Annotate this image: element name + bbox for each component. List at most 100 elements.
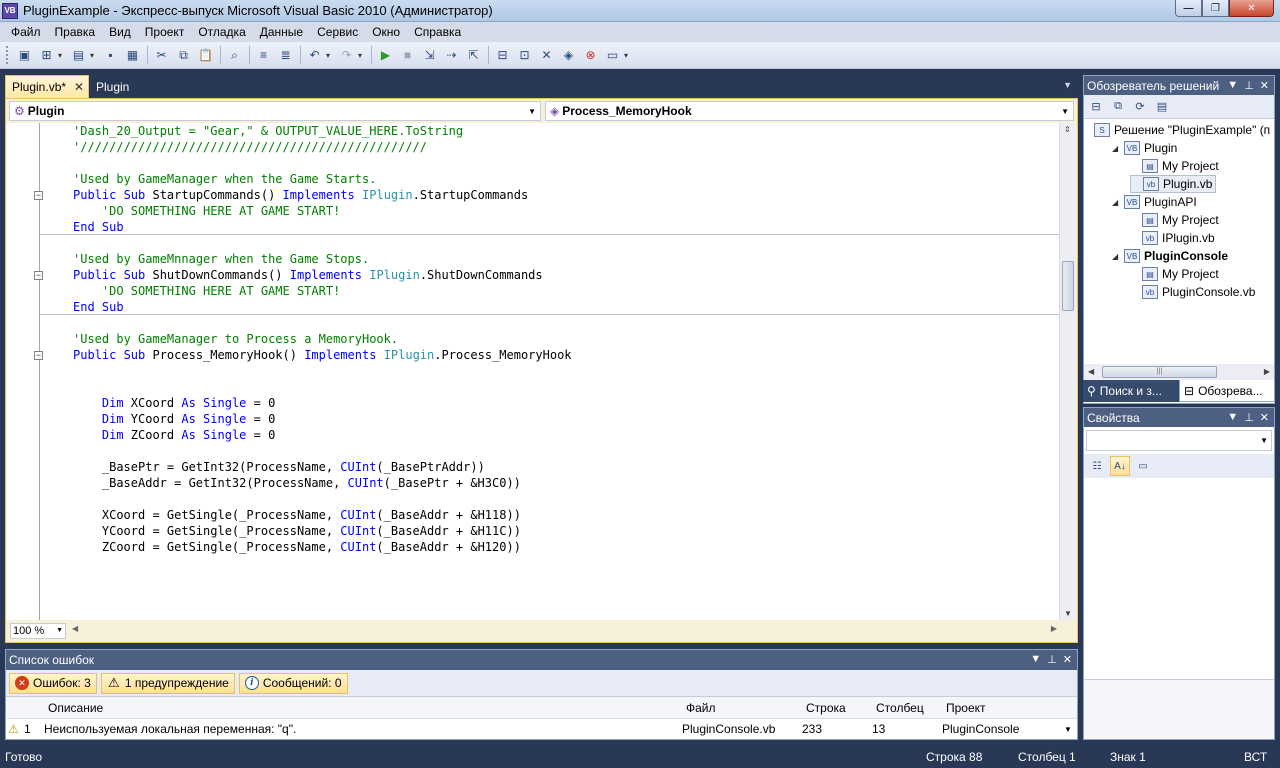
tab-solution-explorer[interactable]: ⊟ Обозрева... (1179, 380, 1275, 402)
menu-view[interactable]: Вид (102, 22, 138, 42)
scroll-right-icon[interactable]: ▶ (1051, 624, 1057, 633)
find-icon[interactable]: ⌕ (224, 45, 245, 66)
undo-dropdown-icon[interactable]: ▾ (326, 51, 334, 60)
scroll-thumb[interactable] (1062, 261, 1074, 311)
scroll-down-icon[interactable]: ▼ (1064, 725, 1072, 734)
close-icon[interactable]: ✕ (1063, 653, 1072, 666)
warnings-filter-button[interactable]: ⚠ 1 предупреждение (100, 672, 235, 694)
code-line[interactable]: _BaseAddr = GetInt32(ProcessName, CUInt(… (102, 475, 521, 491)
panel-menu-icon[interactable]: ▼ (1030, 653, 1041, 666)
properties-icon[interactable]: ⊟ (1087, 98, 1105, 116)
open-dropdown-icon[interactable]: ▾ (90, 51, 98, 60)
scroll-right-icon[interactable]: ▶ (1264, 367, 1270, 376)
refresh-icon[interactable]: ⟳ (1131, 98, 1149, 116)
code-line[interactable]: 'DO SOMETHING HERE AT GAME START! (102, 203, 340, 219)
redo-icon[interactable]: ↷ (336, 45, 357, 66)
save-icon[interactable]: ▪ (100, 45, 121, 66)
show-all-files-icon[interactable]: ⧉ (1109, 98, 1127, 116)
zoom-combo[interactable]: 100 % ▼ (10, 623, 66, 639)
uncomment-icon[interactable]: ≣ (275, 45, 296, 66)
class-combo[interactable]: ⚙ Plugin ▼ (9, 101, 541, 121)
tree-item[interactable]: S Решение "PluginExample" (п (1094, 121, 1270, 139)
menu-project[interactable]: Проект (138, 22, 192, 42)
pin-icon[interactable]: ⊥ (1047, 653, 1057, 666)
tree-item[interactable]: ▤ My Project (1130, 157, 1219, 175)
close-tab-icon[interactable]: ✕ (74, 80, 84, 94)
scroll-left-icon[interactable]: ◀ (1088, 367, 1094, 376)
tree-item[interactable]: vb IPlugin.vb (1130, 229, 1215, 247)
column-project[interactable]: Проект (946, 701, 986, 715)
column-description[interactable]: Описание (48, 701, 103, 715)
redo-dropdown-icon[interactable]: ▾ (358, 51, 366, 60)
errors-filter-button[interactable]: ✕ Ошибок: 3 (9, 672, 97, 694)
code-line[interactable]: 'Used by GameManager when the Game Start… (73, 171, 376, 187)
code-line[interactable]: End Sub (73, 219, 124, 235)
menu-tools[interactable]: Сервис (310, 22, 365, 42)
copy-icon[interactable]: ⧉ (173, 45, 194, 66)
tree-item[interactable]: ◢ VB Plugin (1112, 139, 1177, 157)
step-over-icon[interactable]: ⇢ (441, 45, 462, 66)
alphabetical-icon[interactable]: A↓ (1110, 456, 1130, 476)
code-line[interactable]: 'DO SOMETHING HERE AT GAME START! (102, 283, 340, 299)
expand-arrow-icon[interactable]: ◢ (1112, 252, 1124, 261)
new-project-icon[interactable]: ▣ (14, 45, 35, 66)
scroll-left-icon[interactable]: ◀ (72, 624, 78, 633)
categorized-icon[interactable]: ☷ (1087, 456, 1107, 476)
toolbar-grip[interactable] (6, 46, 10, 64)
menu-edit[interactable]: Правка (48, 22, 103, 42)
add-item-dropdown-icon[interactable]: ▾ (58, 51, 66, 60)
messages-filter-button[interactable]: i Сообщений: 0 (238, 672, 348, 694)
tree-item[interactable]: vb PluginConsole.vb (1130, 283, 1255, 301)
tree-item[interactable]: ▤ My Project (1130, 265, 1219, 283)
expand-arrow-icon[interactable]: ◢ (1112, 144, 1124, 153)
code-line[interactable]: 'Used by GameMnnager when the Game Stops… (73, 251, 369, 267)
menu-data[interactable]: Данные (253, 22, 310, 42)
vb-app-icon[interactable]: VB (2, 2, 18, 19)
undo-icon[interactable]: ↶ (304, 45, 325, 66)
code-line[interactable]: Dim ZCoord As Single = 0 (102, 427, 275, 443)
split-icon[interactable]: ⇕ (1064, 125, 1071, 134)
horizontal-scrollbar[interactable]: ◀ ||| ▶ (1084, 364, 1274, 381)
table-row[interactable]: ⚠ 1 Неиспользуемая локальная переменная:… (6, 719, 1077, 739)
menu-help[interactable]: Справка (407, 22, 468, 42)
code-line[interactable]: Dim XCoord As Single = 0 (102, 395, 275, 411)
toolbox-icon[interactable]: ✕ (536, 45, 557, 66)
cut-icon[interactable]: ✂ (151, 45, 172, 66)
object-browser-icon[interactable]: ◈ (558, 45, 579, 66)
minimize-button[interactable]: — (1175, 0, 1202, 17)
scroll-thumb[interactable]: ||| (1102, 366, 1217, 378)
code-line[interactable]: YCoord = GetSingle(_ProcessName, CUInt(_… (102, 523, 521, 539)
code-line[interactable]: 'Dash_20_Output = "Gear," & OUTPUT_VALUE… (73, 123, 463, 139)
panel-menu-icon[interactable]: ▼ (1227, 79, 1238, 92)
code-line[interactable]: End Sub (73, 299, 124, 315)
code-line[interactable]: XCoord = GetSingle(_ProcessName, CUInt(_… (102, 507, 521, 523)
menu-debug[interactable]: Отладка (191, 22, 252, 42)
horizontal-scrollbar[interactable]: ◀ ▶ (72, 623, 1057, 639)
properties-icon[interactable]: ⊡ (514, 45, 535, 66)
pin-icon[interactable]: ⊥ (1244, 79, 1254, 92)
save-all-icon[interactable]: ▦ (122, 45, 143, 66)
maximize-button[interactable]: ❐ (1202, 0, 1229, 17)
tab-plugin[interactable]: Plugin (90, 75, 135, 98)
add-item-icon[interactable]: ⊞ (36, 45, 57, 66)
tree-item[interactable]: vb Plugin.vb (1130, 175, 1217, 193)
code-line[interactable]: 'Used by GameManager to Process a Memory… (73, 331, 398, 347)
view-code-icon[interactable]: ▤ (1153, 98, 1171, 116)
code-text-area[interactable]: 'Dash_20_Output = "Gear," & OUTPUT_VALUE… (7, 123, 1062, 620)
close-button[interactable]: ✕ (1229, 0, 1274, 17)
tab-overflow-icon[interactable]: ▼ (1063, 80, 1072, 90)
code-line[interactable]: '///////////////////////////////////////… (73, 139, 427, 155)
solution-explorer-icon[interactable]: ⊟ (492, 45, 513, 66)
paste-icon[interactable]: 📋 (195, 45, 216, 66)
tab-find-symbol[interactable]: ⚲ Поиск и з... (1083, 380, 1179, 402)
start-debug-icon[interactable]: ▶ (375, 45, 396, 66)
tree-item[interactable]: ◢ VB PluginAPI (1112, 193, 1197, 211)
object-selector[interactable]: ▼ (1086, 430, 1272, 451)
collapse-icon[interactable]: − (34, 351, 43, 360)
step-out-icon[interactable]: ⇱ (463, 45, 484, 66)
immediate-icon[interactable]: ▭ (602, 45, 623, 66)
error-list-icon[interactable]: ⊗ (580, 45, 601, 66)
expand-arrow-icon[interactable]: ◢ (1112, 198, 1124, 207)
pin-icon[interactable]: ⊥ (1244, 411, 1254, 424)
menu-window[interactable]: Окно (365, 22, 407, 42)
